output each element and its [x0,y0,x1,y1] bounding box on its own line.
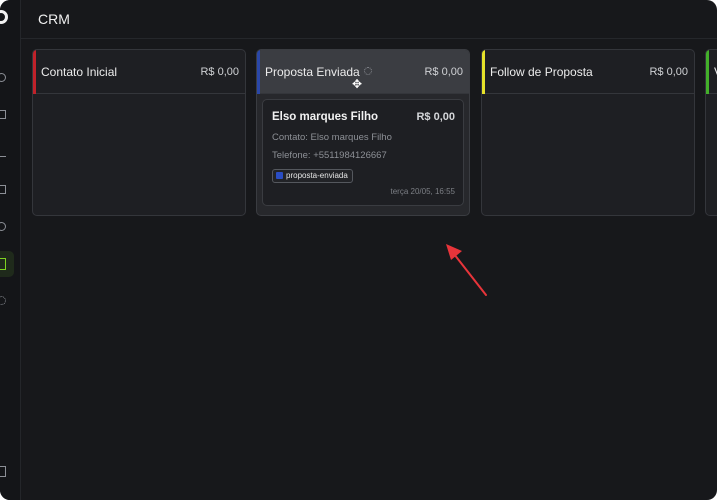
settings-icon[interactable] [0,296,6,305]
column-follow-de-proposta[interactable]: Follow de Proposta R$ 0,00 [481,49,695,216]
column-partial[interactable]: V [705,49,717,216]
contacts-icon[interactable] [0,110,6,119]
column-accent [33,50,36,94]
annotation-arrow-icon [446,244,487,296]
column-title: Follow de Proposta [490,65,593,79]
deal-card-phone: Telefone: +5511984126667 [272,150,387,161]
column-header[interactable]: V [706,50,717,94]
crm-board-icon[interactable] [0,258,6,270]
deal-card-date: terça 20/05, 16:55 [390,187,456,196]
page-title: CRM [38,11,70,27]
column-header[interactable]: Proposta Enviada ✥ R$ 0,00 [257,50,469,94]
sidebar [0,0,21,500]
column-settings-icon[interactable] [364,67,372,75]
move-cursor-icon: ✥ [351,77,363,91]
column-accent [482,50,485,94]
analytics-icon[interactable] [0,148,6,157]
column-contato-inicial[interactable]: Contato Inicial R$ 0,00 [32,49,246,216]
column-accent [706,50,709,94]
deal-card-tag[interactable]: proposta-enviada [272,169,353,183]
device-icon[interactable] [0,466,6,477]
app-window: CRM Contato Inicial R$ 0,00 Proposta Env… [0,0,717,500]
deal-card-contact: Contato: Elso marques Filho [272,132,392,143]
page-header: CRM [20,0,717,39]
app-logo-icon[interactable] [0,10,8,24]
column-proposta-enviada[interactable]: Proposta Enviada ✥ R$ 0,00 Elso marques … [256,49,470,216]
column-header[interactable]: Follow de Proposta R$ 0,00 [482,50,694,94]
deal-card-value: R$ 0,00 [416,111,455,123]
column-accent [257,50,260,94]
column-title: Contato Inicial [41,65,118,79]
column-title: Proposta Enviada [265,65,360,79]
users-icon[interactable] [0,222,6,231]
campaigns-icon[interactable] [0,185,6,194]
tag-color-swatch [276,172,283,179]
dashboard-icon[interactable] [0,73,6,82]
column-total: R$ 0,00 [424,66,463,78]
column-total: R$ 0,00 [200,66,239,78]
column-header[interactable]: Contato Inicial R$ 0,00 [33,50,245,94]
column-total: R$ 0,00 [649,66,688,78]
deal-card[interactable]: Elso marques Filho R$ 0,00 Contato: Elso… [262,99,464,206]
tag-label: proposta-enviada [286,171,348,180]
deal-card-name: Elso marques Filho [272,111,379,123]
